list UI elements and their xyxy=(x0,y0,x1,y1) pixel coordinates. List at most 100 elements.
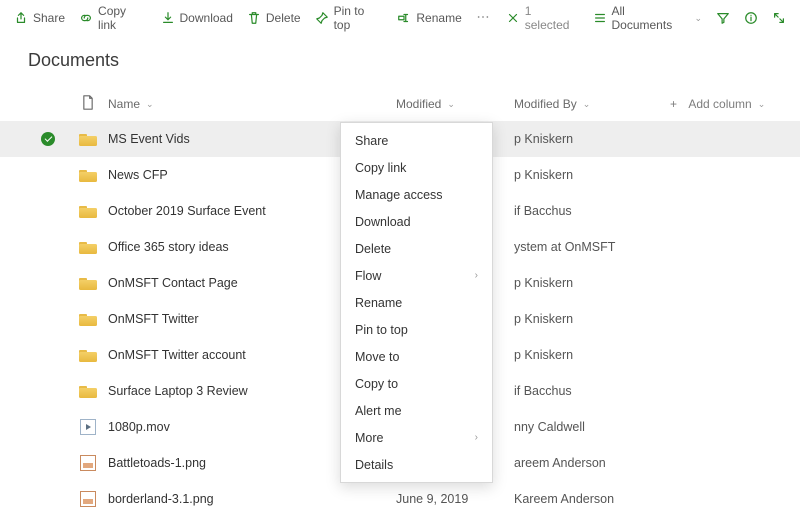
header-add-column[interactable]: + Add column⌄ xyxy=(670,97,780,111)
folder-icon xyxy=(79,168,97,182)
info-icon xyxy=(744,11,758,25)
share-button[interactable]: Share xyxy=(8,3,71,33)
menu-item[interactable]: More › xyxy=(341,424,492,451)
item-name[interactable]: October 2019 Surface Event xyxy=(108,204,266,218)
list-row[interactable]: borderland-3.1.png June 9, 2019Kareem And… xyxy=(0,481,800,517)
video-file-icon xyxy=(80,419,96,435)
folder-icon xyxy=(79,240,97,254)
menu-item[interactable]: Flow › xyxy=(341,262,492,289)
menu-item-label: Move to xyxy=(355,350,399,364)
share-label: Share xyxy=(33,11,65,25)
item-modified-by: areem Anderson xyxy=(514,456,670,470)
chevron-down-icon: ⌄ xyxy=(694,13,702,24)
download-label: Download xyxy=(180,11,233,25)
item-name[interactable]: borderland-3.1.png xyxy=(108,492,214,506)
download-icon xyxy=(161,11,175,25)
menu-item[interactable]: Move to xyxy=(341,343,492,370)
plus-icon: + xyxy=(670,97,677,111)
menu-item-label: Share xyxy=(355,134,388,148)
menu-item[interactable]: Alert me xyxy=(341,397,492,424)
close-icon xyxy=(506,11,520,25)
item-name[interactable]: OnMSFT Twitter account xyxy=(108,348,246,362)
folder-icon xyxy=(79,132,97,146)
rename-button[interactable]: Rename xyxy=(391,3,467,33)
view-selector[interactable]: All Documents ⌄ xyxy=(587,3,709,33)
ellipsis-icon xyxy=(476,10,490,27)
copy-link-button[interactable]: Copy link xyxy=(73,3,152,33)
menu-item-label: Copy to xyxy=(355,377,398,391)
menu-item[interactable]: Copy link xyxy=(341,154,492,181)
more-actions-button[interactable] xyxy=(470,3,496,33)
command-bar: Share Copy link Download Delete Pin to t… xyxy=(0,0,800,36)
item-name[interactable]: MS Event Vids xyxy=(108,132,190,146)
item-modified-by: p Kniskern xyxy=(514,276,670,290)
pin-icon xyxy=(315,11,329,25)
folder-icon xyxy=(79,384,97,398)
header-modified[interactable]: Modified⌄ xyxy=(396,97,514,111)
menu-item-label: Details xyxy=(355,458,393,472)
info-button[interactable] xyxy=(738,3,764,33)
share-icon xyxy=(14,11,28,25)
image-file-icon xyxy=(80,455,96,471)
menu-item[interactable]: Details xyxy=(341,451,492,478)
selected-count: 1 selected xyxy=(525,4,579,32)
item-name[interactable]: News CFP xyxy=(108,168,168,182)
chevron-right-icon: › xyxy=(475,270,478,281)
pin-button[interactable]: Pin to top xyxy=(309,3,390,33)
clear-selection-button[interactable]: 1 selected xyxy=(500,3,585,33)
menu-item[interactable]: Pin to top xyxy=(341,316,492,343)
item-modified: June 9, 2019 xyxy=(396,492,514,506)
item-modified-by: p Kniskern xyxy=(514,348,670,362)
delete-button[interactable]: Delete xyxy=(241,3,307,33)
download-button[interactable]: Download xyxy=(155,3,239,33)
folder-icon xyxy=(79,348,97,362)
header-modified-by[interactable]: Modified By⌄ xyxy=(514,97,670,111)
folder-icon xyxy=(79,276,97,290)
view-label: All Documents xyxy=(612,4,688,32)
item-name[interactable]: Battletoads-1.png xyxy=(108,456,206,470)
item-name[interactable]: 1080p.mov xyxy=(108,420,170,434)
menu-item-label: Alert me xyxy=(355,404,402,418)
item-modified-by: Kareem Anderson xyxy=(514,492,670,506)
item-name[interactable]: OnMSFT Contact Page xyxy=(108,276,238,290)
list-icon xyxy=(593,11,607,25)
menu-item-label: More xyxy=(355,431,383,445)
menu-item[interactable]: Copy to xyxy=(341,370,492,397)
chevron-right-icon: › xyxy=(475,432,478,443)
menu-item-label: Pin to top xyxy=(355,323,408,337)
column-headers: Name⌄ Modified⌄ Modified By⌄ + Add colum… xyxy=(0,87,800,121)
menu-item-label: Download xyxy=(355,215,411,229)
pin-label: Pin to top xyxy=(334,4,384,32)
menu-item[interactable]: Rename xyxy=(341,289,492,316)
header-type-icon[interactable] xyxy=(68,95,108,113)
context-menu: Share Copy link Manage access Download Delet… xyxy=(340,122,493,483)
menu-item-label: Delete xyxy=(355,242,391,256)
chevron-down-icon: ⌄ xyxy=(146,99,154,110)
chevron-down-icon: ⌄ xyxy=(447,99,455,110)
folder-icon xyxy=(79,204,97,218)
menu-item-label: Rename xyxy=(355,296,402,310)
item-name[interactable]: OnMSFT Twitter xyxy=(108,312,199,326)
chevron-down-icon: ⌄ xyxy=(758,99,766,110)
menu-item[interactable]: Download xyxy=(341,208,492,235)
expand-icon xyxy=(772,11,786,25)
menu-item-label: Manage access xyxy=(355,188,443,202)
menu-item-label: Copy link xyxy=(355,161,406,175)
menu-item-label: Flow xyxy=(355,269,381,283)
menu-item[interactable]: Manage access xyxy=(341,181,492,208)
item-name[interactable]: Surface Laptop 3 Review xyxy=(108,384,248,398)
menu-item[interactable]: Delete xyxy=(341,235,492,262)
expand-button[interactable] xyxy=(766,3,792,33)
delete-label: Delete xyxy=(266,11,301,25)
trash-icon xyxy=(247,11,261,25)
file-icon xyxy=(82,95,94,113)
filter-button[interactable] xyxy=(710,3,736,33)
menu-item[interactable]: Share xyxy=(341,127,492,154)
selected-check-icon[interactable] xyxy=(41,132,55,146)
item-modified-by: p Kniskern xyxy=(514,168,670,182)
header-name[interactable]: Name⌄ xyxy=(108,97,396,111)
copy-link-label: Copy link xyxy=(98,4,146,32)
page-title: Documents xyxy=(0,36,800,87)
item-name[interactable]: Office 365 story ideas xyxy=(108,240,229,254)
folder-icon xyxy=(79,312,97,326)
